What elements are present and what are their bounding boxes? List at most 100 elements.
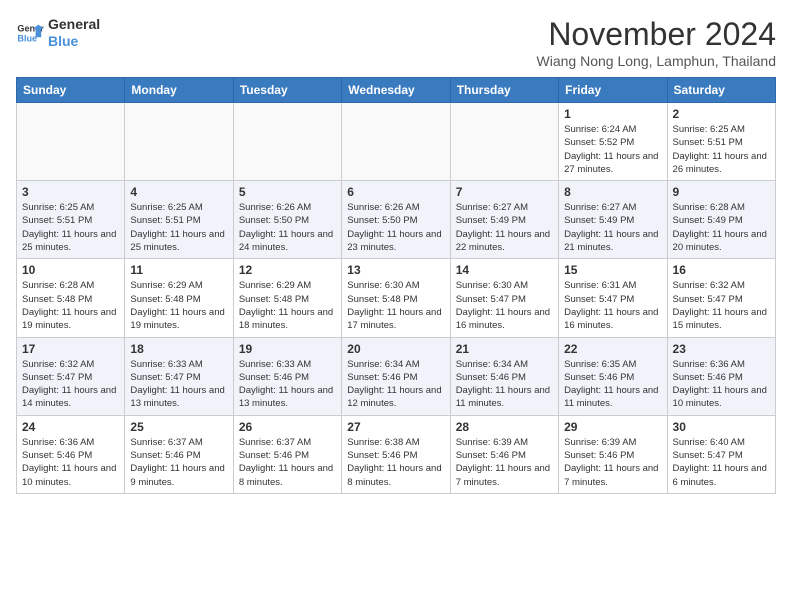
day-info: Sunrise: 6:39 AMSunset: 5:46 PMDaylight:… bbox=[456, 436, 553, 489]
day-cell-27: 27 Sunrise: 6:38 AMSunset: 5:46 PMDaylig… bbox=[342, 415, 450, 493]
day-number: 26 bbox=[239, 420, 336, 434]
empty-cell bbox=[125, 103, 233, 181]
day-cell-12: 12 Sunrise: 6:29 AMSunset: 5:48 PMDaylig… bbox=[233, 259, 341, 337]
empty-cell bbox=[342, 103, 450, 181]
day-number: 24 bbox=[22, 420, 119, 434]
day-info: Sunrise: 6:27 AMSunset: 5:49 PMDaylight:… bbox=[564, 201, 661, 254]
day-cell-26: 26 Sunrise: 6:37 AMSunset: 5:46 PMDaylig… bbox=[233, 415, 341, 493]
calendar-header-row: SundayMondayTuesdayWednesdayThursdayFrid… bbox=[17, 78, 776, 103]
day-cell-19: 19 Sunrise: 6:33 AMSunset: 5:46 PMDaylig… bbox=[233, 337, 341, 415]
day-cell-21: 21 Sunrise: 6:34 AMSunset: 5:46 PMDaylig… bbox=[450, 337, 558, 415]
col-header-tuesday: Tuesday bbox=[233, 78, 341, 103]
day-number: 9 bbox=[673, 185, 770, 199]
day-cell-18: 18 Sunrise: 6:33 AMSunset: 5:47 PMDaylig… bbox=[125, 337, 233, 415]
day-number: 7 bbox=[456, 185, 553, 199]
day-number: 1 bbox=[564, 107, 661, 121]
day-cell-2: 2 Sunrise: 6:25 AMSunset: 5:51 PMDayligh… bbox=[667, 103, 775, 181]
col-header-wednesday: Wednesday bbox=[342, 78, 450, 103]
day-number: 27 bbox=[347, 420, 444, 434]
title-block: November 2024 Wiang Nong Long, Lamphun, … bbox=[537, 16, 776, 69]
day-number: 2 bbox=[673, 107, 770, 121]
logo: General Blue General Blue bbox=[16, 16, 100, 50]
logo-icon: General Blue bbox=[16, 19, 44, 47]
day-info: Sunrise: 6:34 AMSunset: 5:46 PMDaylight:… bbox=[347, 358, 444, 411]
day-cell-20: 20 Sunrise: 6:34 AMSunset: 5:46 PMDaylig… bbox=[342, 337, 450, 415]
day-info: Sunrise: 6:28 AMSunset: 5:49 PMDaylight:… bbox=[673, 201, 770, 254]
day-cell-1: 1 Sunrise: 6:24 AMSunset: 5:52 PMDayligh… bbox=[559, 103, 667, 181]
logo-text-general: General bbox=[48, 16, 100, 33]
day-cell-4: 4 Sunrise: 6:25 AMSunset: 5:51 PMDayligh… bbox=[125, 181, 233, 259]
day-cell-5: 5 Sunrise: 6:26 AMSunset: 5:50 PMDayligh… bbox=[233, 181, 341, 259]
day-info: Sunrise: 6:30 AMSunset: 5:47 PMDaylight:… bbox=[456, 279, 553, 332]
col-header-saturday: Saturday bbox=[667, 78, 775, 103]
empty-cell bbox=[233, 103, 341, 181]
page-header: General Blue General Blue November 2024 … bbox=[16, 16, 776, 69]
calendar-week-3: 10 Sunrise: 6:28 AMSunset: 5:48 PMDaylig… bbox=[17, 259, 776, 337]
logo-text-blue: Blue bbox=[48, 33, 100, 50]
day-info: Sunrise: 6:32 AMSunset: 5:47 PMDaylight:… bbox=[673, 279, 770, 332]
day-info: Sunrise: 6:36 AMSunset: 5:46 PMDaylight:… bbox=[673, 358, 770, 411]
day-info: Sunrise: 6:24 AMSunset: 5:52 PMDaylight:… bbox=[564, 123, 661, 176]
day-number: 15 bbox=[564, 263, 661, 277]
day-number: 13 bbox=[347, 263, 444, 277]
day-info: Sunrise: 6:34 AMSunset: 5:46 PMDaylight:… bbox=[456, 358, 553, 411]
day-number: 11 bbox=[130, 263, 227, 277]
day-cell-15: 15 Sunrise: 6:31 AMSunset: 5:47 PMDaylig… bbox=[559, 259, 667, 337]
day-cell-16: 16 Sunrise: 6:32 AMSunset: 5:47 PMDaylig… bbox=[667, 259, 775, 337]
day-info: Sunrise: 6:27 AMSunset: 5:49 PMDaylight:… bbox=[456, 201, 553, 254]
day-cell-9: 9 Sunrise: 6:28 AMSunset: 5:49 PMDayligh… bbox=[667, 181, 775, 259]
day-info: Sunrise: 6:39 AMSunset: 5:46 PMDaylight:… bbox=[564, 436, 661, 489]
day-cell-22: 22 Sunrise: 6:35 AMSunset: 5:46 PMDaylig… bbox=[559, 337, 667, 415]
day-info: Sunrise: 6:25 AMSunset: 5:51 PMDaylight:… bbox=[130, 201, 227, 254]
day-info: Sunrise: 6:37 AMSunset: 5:46 PMDaylight:… bbox=[239, 436, 336, 489]
day-number: 28 bbox=[456, 420, 553, 434]
day-number: 25 bbox=[130, 420, 227, 434]
calendar-week-2: 3 Sunrise: 6:25 AMSunset: 5:51 PMDayligh… bbox=[17, 181, 776, 259]
day-info: Sunrise: 6:29 AMSunset: 5:48 PMDaylight:… bbox=[130, 279, 227, 332]
location: Wiang Nong Long, Lamphun, Thailand bbox=[537, 53, 776, 69]
day-cell-30: 30 Sunrise: 6:40 AMSunset: 5:47 PMDaylig… bbox=[667, 415, 775, 493]
day-number: 20 bbox=[347, 342, 444, 356]
day-number: 17 bbox=[22, 342, 119, 356]
day-number: 21 bbox=[456, 342, 553, 356]
day-number: 16 bbox=[673, 263, 770, 277]
day-info: Sunrise: 6:28 AMSunset: 5:48 PMDaylight:… bbox=[22, 279, 119, 332]
day-cell-23: 23 Sunrise: 6:36 AMSunset: 5:46 PMDaylig… bbox=[667, 337, 775, 415]
day-cell-17: 17 Sunrise: 6:32 AMSunset: 5:47 PMDaylig… bbox=[17, 337, 125, 415]
day-number: 18 bbox=[130, 342, 227, 356]
day-number: 23 bbox=[673, 342, 770, 356]
day-number: 29 bbox=[564, 420, 661, 434]
day-info: Sunrise: 6:29 AMSunset: 5:48 PMDaylight:… bbox=[239, 279, 336, 332]
col-header-thursday: Thursday bbox=[450, 78, 558, 103]
day-cell-3: 3 Sunrise: 6:25 AMSunset: 5:51 PMDayligh… bbox=[17, 181, 125, 259]
day-info: Sunrise: 6:32 AMSunset: 5:47 PMDaylight:… bbox=[22, 358, 119, 411]
day-number: 8 bbox=[564, 185, 661, 199]
day-info: Sunrise: 6:33 AMSunset: 5:46 PMDaylight:… bbox=[239, 358, 336, 411]
day-info: Sunrise: 6:36 AMSunset: 5:46 PMDaylight:… bbox=[22, 436, 119, 489]
day-info: Sunrise: 6:31 AMSunset: 5:47 PMDaylight:… bbox=[564, 279, 661, 332]
day-info: Sunrise: 6:26 AMSunset: 5:50 PMDaylight:… bbox=[239, 201, 336, 254]
day-info: Sunrise: 6:40 AMSunset: 5:47 PMDaylight:… bbox=[673, 436, 770, 489]
empty-cell bbox=[450, 103, 558, 181]
day-number: 14 bbox=[456, 263, 553, 277]
col-header-sunday: Sunday bbox=[17, 78, 125, 103]
day-cell-14: 14 Sunrise: 6:30 AMSunset: 5:47 PMDaylig… bbox=[450, 259, 558, 337]
day-cell-7: 7 Sunrise: 6:27 AMSunset: 5:49 PMDayligh… bbox=[450, 181, 558, 259]
day-number: 5 bbox=[239, 185, 336, 199]
day-number: 10 bbox=[22, 263, 119, 277]
day-info: Sunrise: 6:30 AMSunset: 5:48 PMDaylight:… bbox=[347, 279, 444, 332]
calendar-table: SundayMondayTuesdayWednesdayThursdayFrid… bbox=[16, 77, 776, 494]
col-header-monday: Monday bbox=[125, 78, 233, 103]
day-cell-10: 10 Sunrise: 6:28 AMSunset: 5:48 PMDaylig… bbox=[17, 259, 125, 337]
day-cell-24: 24 Sunrise: 6:36 AMSunset: 5:46 PMDaylig… bbox=[17, 415, 125, 493]
month-title: November 2024 bbox=[537, 16, 776, 53]
day-info: Sunrise: 6:25 AMSunset: 5:51 PMDaylight:… bbox=[673, 123, 770, 176]
day-cell-28: 28 Sunrise: 6:39 AMSunset: 5:46 PMDaylig… bbox=[450, 415, 558, 493]
calendar-week-1: 1 Sunrise: 6:24 AMSunset: 5:52 PMDayligh… bbox=[17, 103, 776, 181]
col-header-friday: Friday bbox=[559, 78, 667, 103]
day-number: 19 bbox=[239, 342, 336, 356]
day-cell-25: 25 Sunrise: 6:37 AMSunset: 5:46 PMDaylig… bbox=[125, 415, 233, 493]
day-cell-11: 11 Sunrise: 6:29 AMSunset: 5:48 PMDaylig… bbox=[125, 259, 233, 337]
day-cell-29: 29 Sunrise: 6:39 AMSunset: 5:46 PMDaylig… bbox=[559, 415, 667, 493]
day-info: Sunrise: 6:38 AMSunset: 5:46 PMDaylight:… bbox=[347, 436, 444, 489]
